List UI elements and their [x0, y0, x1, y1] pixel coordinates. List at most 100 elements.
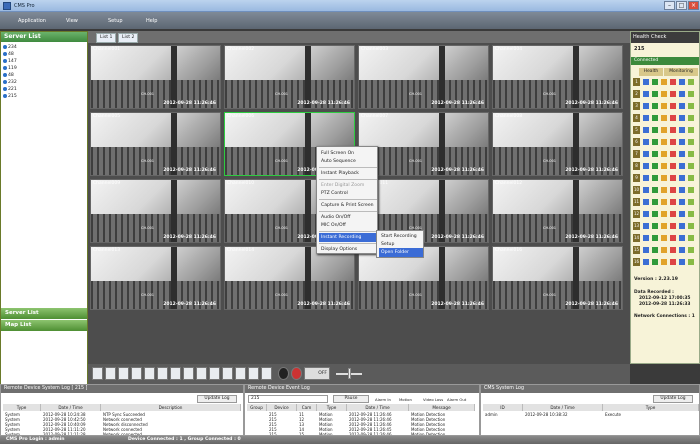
menu-help[interactable]: Help: [142, 16, 161, 26]
pause-button[interactable]: Pause: [333, 395, 369, 403]
status-icon: [661, 259, 667, 265]
server-list-header: Server List: [1, 32, 87, 42]
minimize-button[interactable]: –: [664, 1, 675, 10]
server-item[interactable]: 221: [3, 86, 17, 93]
camera-view: [572, 46, 579, 108]
status-icon: [670, 103, 676, 109]
camera-tile[interactable]: Channel005 CH-001 2012-09-28 11:26:46: [90, 112, 221, 176]
server-item[interactable]: 215: [3, 93, 17, 100]
layout-10-button[interactable]: [157, 367, 168, 380]
table-header[interactable]: Group: [247, 404, 267, 411]
menu-item-capture-print[interactable]: Capture & Print Screen: [319, 201, 377, 210]
layout-25-button[interactable]: [209, 367, 220, 380]
menu-item-mic[interactable]: MIC On/Off: [319, 221, 377, 230]
health-row: 9: [633, 174, 697, 182]
event-filter-checkbox[interactable]: Alarm Out: [447, 397, 466, 402]
alarm-icon[interactable]: [278, 367, 289, 380]
layout-1-button[interactable]: [92, 367, 103, 380]
menu-item-display-options[interactable]: Display Options: [319, 245, 377, 254]
camera-tile[interactable]: Channel008 CH-001 2012-09-28 11:26:46: [492, 112, 623, 176]
layout-9-button[interactable]: [144, 367, 155, 380]
table-header[interactable]: Date / Time: [523, 404, 603, 411]
status-icon: [688, 103, 694, 109]
server-item[interactable]: 48: [3, 72, 17, 79]
status-icon: [670, 199, 676, 205]
menu-item-open-folder[interactable]: Open Folder: [379, 248, 423, 257]
status-icon: [652, 127, 658, 133]
camera-tile[interactable]: Channel009 CH-001 2012-09-28 11:26:46: [90, 179, 221, 243]
tab-server-list[interactable]: Server List: [1, 308, 87, 319]
fullscreen-button[interactable]: [261, 367, 272, 380]
layout-16-button[interactable]: [183, 367, 194, 380]
menu-setup[interactable]: Setup: [104, 16, 127, 26]
layout-13-button[interactable]: [170, 367, 181, 380]
tab-map-list[interactable]: Map List: [1, 320, 87, 331]
cms-update-log-button[interactable]: Update Log: [653, 395, 693, 403]
camera-tile[interactable]: Channel001 CH-001 2012-09-28 11:26:46: [90, 45, 221, 109]
event-filter-checkbox[interactable]: Video Loss: [423, 397, 443, 402]
status-icon: [688, 199, 694, 205]
server-item[interactable]: 119: [3, 65, 17, 72]
menu-item-instant-recording[interactable]: Instant Recording: [319, 233, 377, 242]
status-icon: [670, 211, 676, 217]
table-header[interactable]: Cam: [297, 404, 317, 411]
camera-name: Channel016: [495, 248, 523, 253]
server-icon: [3, 58, 7, 63]
menu-item-instant-playback[interactable]: Instant Playback: [319, 169, 377, 178]
layout-8-button[interactable]: [131, 367, 142, 380]
camera-tile[interactable]: Channel004 CH-001 2012-09-28 11:26:46: [492, 45, 623, 109]
table-header[interactable]: Description: [101, 404, 241, 411]
maximize-button[interactable]: □: [676, 1, 687, 10]
status-icon: [670, 91, 676, 97]
camera-tile[interactable]: Channel002 CH-001 2012-09-28 11:26:46: [224, 45, 355, 109]
camera-tile[interactable]: Channel016 CH-001 2012-09-28 11:26:46: [492, 246, 623, 310]
menu-view[interactable]: View: [62, 16, 82, 26]
server-item[interactable]: 147: [3, 58, 17, 65]
menu-item-ptz-control[interactable]: PTZ Control: [319, 189, 377, 198]
layout-4-button[interactable]: [105, 367, 116, 380]
status-icon: [670, 163, 676, 169]
camera-tile[interactable]: Channel012 CH-001 2012-09-28 11:26:46: [492, 179, 623, 243]
update-log-button[interactable]: Update Log: [197, 395, 237, 403]
table-header[interactable]: Date / Time: [347, 404, 409, 411]
server-item[interactable]: 232: [3, 79, 17, 86]
event-server-select[interactable]: 215: [248, 395, 328, 403]
camera-tile[interactable]: Channel014 CH-001 2012-09-28 11:26:46: [224, 246, 355, 310]
layout-36-button[interactable]: [222, 367, 233, 380]
server-item[interactable]: 234: [3, 44, 17, 51]
status-icon: [670, 187, 676, 193]
table-header[interactable]: Date / Time: [41, 404, 101, 411]
status-icon: [661, 103, 667, 109]
menu-item-auto-sequence[interactable]: Auto Sequence: [319, 157, 377, 166]
camera-tile[interactable]: Channel003 CH-001 2012-09-28 11:26:46: [358, 45, 489, 109]
table-row[interactable]: admin 2012-09-28 10:38:32 Execute: [481, 412, 699, 417]
table-header[interactable]: ID: [483, 404, 523, 411]
status-icon: [670, 139, 676, 145]
server-icon: [3, 79, 7, 84]
event-filter-checkbox[interactable]: Alarm In: [375, 397, 391, 402]
menu-application[interactable]: Application: [14, 16, 50, 26]
record-icon[interactable]: [291, 367, 302, 380]
camera-view: [304, 113, 311, 175]
table-header[interactable]: Type: [603, 404, 699, 411]
close-button[interactable]: ×: [688, 1, 699, 10]
server-item[interactable]: 48: [3, 51, 17, 58]
layout-6-button[interactable]: [118, 367, 129, 380]
layout-64-button[interactable]: [235, 367, 246, 380]
status-icon: [661, 235, 667, 241]
camera-overlay-label: CH-001: [141, 226, 155, 230]
table-header[interactable]: Message: [409, 404, 475, 411]
tab-list-2[interactable]: List 2: [118, 33, 139, 43]
table-header[interactable]: Device: [267, 404, 297, 411]
volume-slider-handle[interactable]: [348, 368, 351, 379]
camera-name: Channel004: [495, 47, 523, 52]
table-header[interactable]: Type: [317, 404, 347, 411]
status-icon: [661, 163, 667, 169]
tab-list-1[interactable]: List 1: [96, 33, 117, 43]
layout-20-button[interactable]: [196, 367, 207, 380]
audio-toggle[interactable]: OFF: [304, 367, 330, 380]
event-filter-checkbox[interactable]: Motion: [399, 397, 412, 402]
camera-tile[interactable]: Channel013 CH-001 2012-09-28 11:26:46: [90, 246, 221, 310]
sequence-button[interactable]: [248, 367, 259, 380]
table-header[interactable]: Type: [3, 404, 41, 411]
